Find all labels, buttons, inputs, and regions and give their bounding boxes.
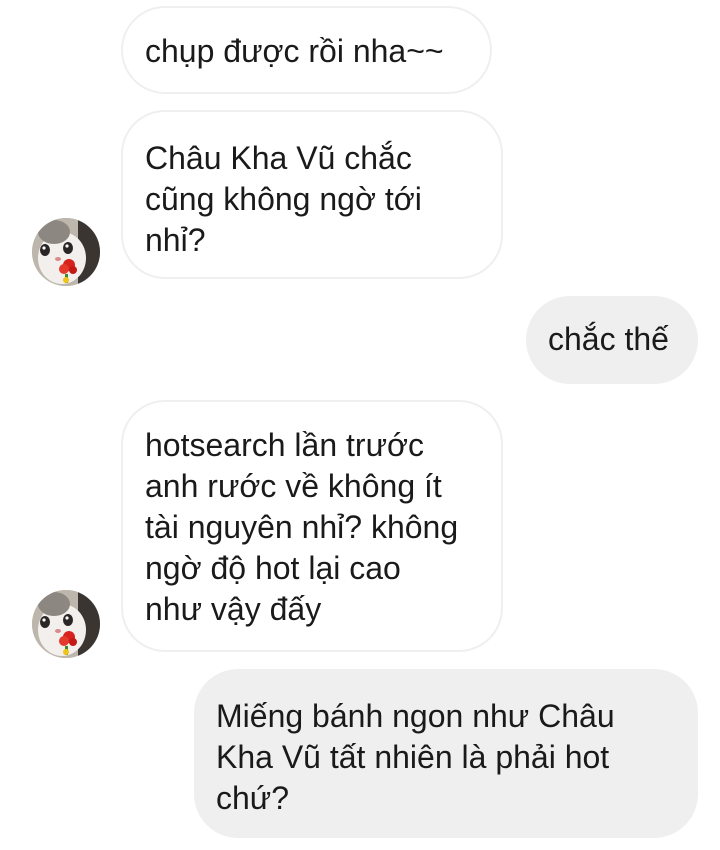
message-bubble-outgoing[interactable]: Miếng bánh ngon như Châu Kha Vũ tất nhiê… xyxy=(194,669,698,838)
message-bubble-outgoing[interactable]: chắc thế xyxy=(526,296,698,384)
cat-with-rose-avatar-icon xyxy=(32,590,100,658)
message-bubble-incoming[interactable]: Châu Kha Vũ chắc cũng không ngờ tới nhỉ? xyxy=(121,110,503,279)
contact-avatar[interactable] xyxy=(32,218,100,286)
contact-avatar[interactable] xyxy=(32,590,100,658)
cat-with-rose-avatar-icon xyxy=(32,218,100,286)
message-bubble-incoming[interactable]: hotsearch lần trước anh rước về không ít… xyxy=(121,400,503,652)
message-bubble-incoming[interactable]: chụp được rồi nha~~ xyxy=(121,6,492,94)
